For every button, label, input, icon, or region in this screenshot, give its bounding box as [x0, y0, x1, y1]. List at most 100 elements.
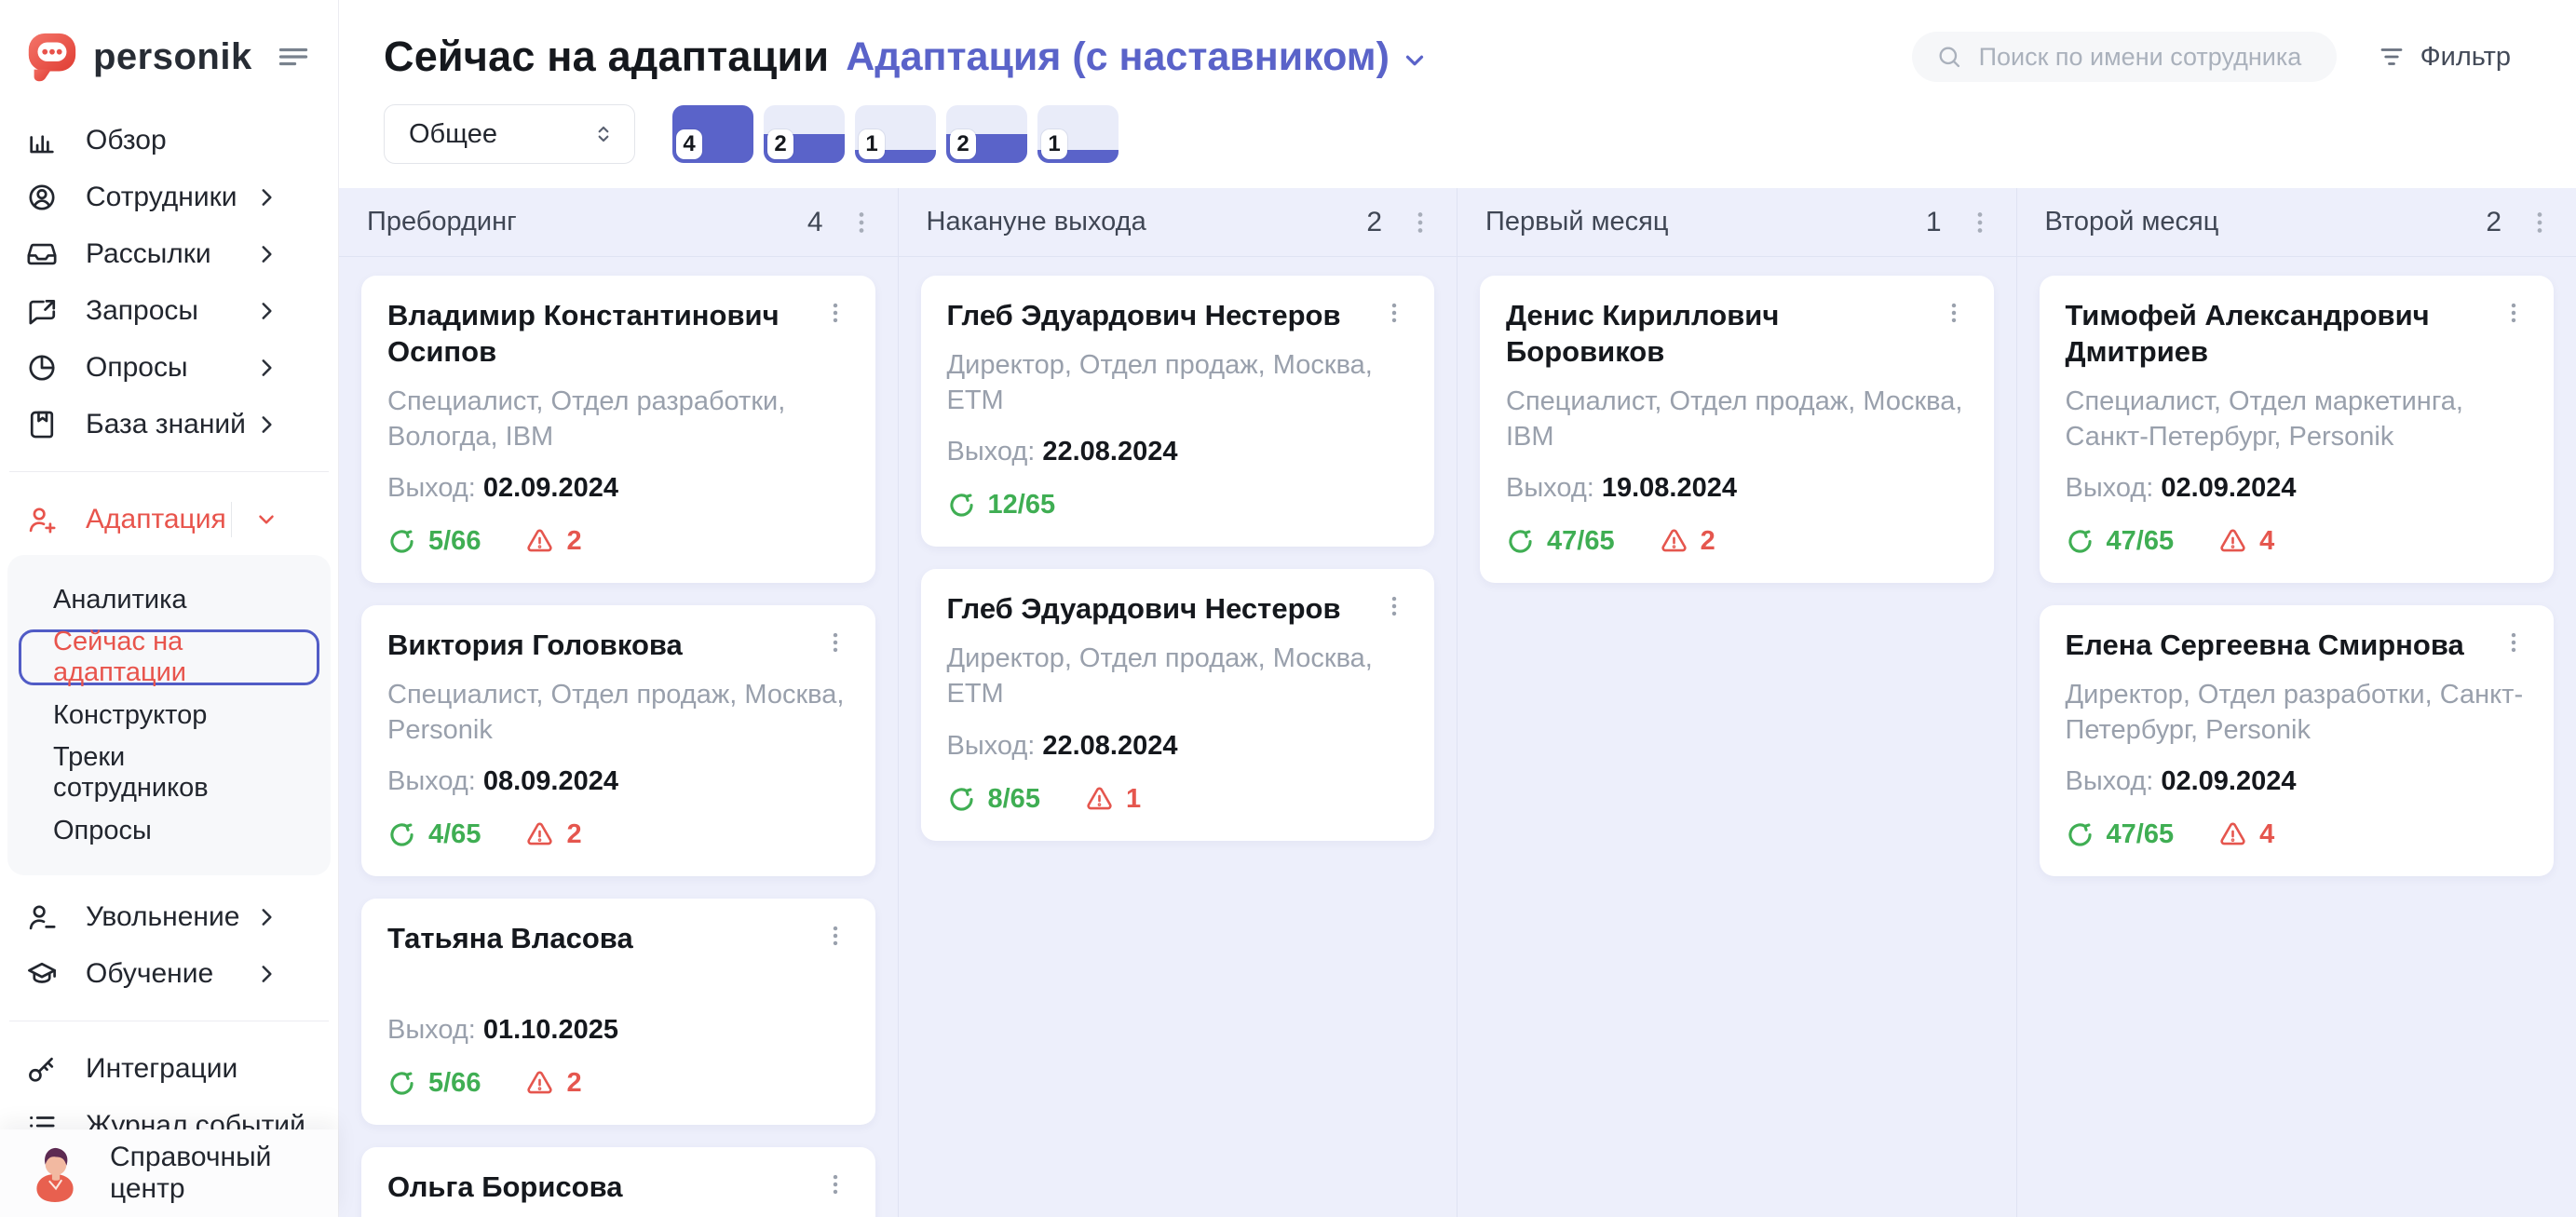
help-center-label: Справочный центр — [110, 1142, 338, 1205]
card-menu-button[interactable] — [1380, 298, 1408, 326]
stage-mini-chart-2[interactable]: 2 — [764, 105, 845, 163]
progress-value: 47/65 — [1547, 526, 1615, 557]
warning-icon — [2218, 527, 2247, 556]
sidebar-item-constructor[interactable]: Конструктор — [19, 687, 319, 743]
key-icon — [26, 1053, 58, 1085]
warning-stat: 2 — [1660, 526, 1715, 557]
employee-name: Виктория Головкова — [387, 628, 683, 664]
stage-mini-chart-5[interactable]: 1 — [1037, 105, 1119, 163]
sidebar-item-mailings[interactable]: Рассылки — [0, 225, 338, 282]
sidebar-item-integrations[interactable]: Интеграции — [0, 1040, 338, 1097]
employee-details — [387, 970, 849, 996]
progress-stat: 8/65 — [947, 784, 1040, 815]
employee-card[interactable]: Тимофей Александрович Дмитриев Специалист… — [2040, 276, 2555, 583]
employee-card[interactable]: Татьяна ВласоваВыход:01.10.20255/662 — [361, 899, 875, 1125]
employee-card[interactable]: Глеб Эдуардович НестеровДиректор, Отдел … — [921, 569, 1435, 840]
progress-value: 8/65 — [988, 784, 1040, 815]
sidebar-item-knowledge-base[interactable]: База знаний — [0, 396, 338, 453]
brand: personik — [22, 28, 252, 86]
column-header: Накануне выхода2 — [899, 188, 1457, 257]
employee-name: Татьяна Власова — [387, 921, 633, 957]
warning-icon — [1660, 527, 1688, 556]
sidebar-item-now-onboarding[interactable]: Сейчас на адаптации — [19, 629, 319, 685]
card-header: Глеб Эдуардович Нестеров — [947, 298, 1409, 334]
exit-date-row: Выход:01.10.2025 — [387, 1015, 849, 1046]
employee-card[interactable]: Виктория ГоловковаСпециалист, Отдел прод… — [361, 605, 875, 876]
sidebar-item-education[interactable]: Обучение — [0, 945, 338, 1002]
sidebar-item-label: Увольнение — [86, 901, 239, 933]
scope-select-value: Общее — [409, 119, 497, 150]
card-menu-button[interactable] — [821, 298, 849, 326]
sidebar-item-surveys[interactable]: Опросы — [0, 339, 338, 396]
refresh-icon — [947, 491, 976, 520]
card-menu-button[interactable] — [1940, 298, 1968, 326]
warning-stat: 2 — [525, 526, 581, 557]
sidebar-item-employees[interactable]: Сотрудники — [0, 169, 338, 225]
column-menu-button[interactable] — [1406, 209, 1434, 237]
employee-details: Специалист, Отдел маркетинга, Санкт-Пете… — [2066, 384, 2529, 455]
exit-date-row: Выход:19.08.2024 — [1506, 473, 1968, 504]
brand-name: personik — [93, 36, 252, 78]
inbox-icon — [26, 238, 58, 270]
employee-details: Специалист, Отдел продаж, Москва, IBM — [1506, 384, 1968, 455]
sidebar-item-employee-tracks[interactable]: Треки сотрудников — [19, 745, 319, 801]
column-menu-button[interactable] — [1966, 209, 1994, 237]
sidebar-collapse-button[interactable] — [277, 40, 310, 74]
sidebar-item-label: База знаний — [86, 409, 246, 440]
card-menu-button[interactable] — [1380, 591, 1408, 619]
exit-date-value: 02.09.2024 — [2161, 473, 2296, 503]
filter-button[interactable]: Фильтр — [2372, 41, 2516, 74]
sidebar-item-requests[interactable]: Запросы — [0, 282, 338, 339]
page-title: Сейчас на адаптации — [384, 33, 829, 81]
sidebar-item-overview[interactable]: Обзор — [0, 112, 338, 169]
exit-date-label: Выход: — [2066, 473, 2154, 503]
card-menu-button[interactable] — [2500, 628, 2528, 656]
employee-card[interactable]: Владимир Константинович ОсиповСпециалист… — [361, 276, 875, 583]
kanban-board: Пребординг4Владимир Константинович Осипо… — [339, 188, 2576, 1217]
divider — [231, 502, 232, 537]
warning-count: 2 — [1701, 526, 1715, 557]
card-header: Владимир Константинович Осипов — [387, 298, 849, 371]
sidebar-item-adaptation-surveys[interactable]: Опросы — [19, 803, 319, 859]
column-menu-button[interactable] — [847, 209, 875, 237]
card-stats: 47/654 — [2066, 526, 2529, 557]
sidebar-item-dismissal[interactable]: Увольнение — [0, 888, 338, 945]
stage-mini-chart-4[interactable]: 2 — [946, 105, 1027, 163]
stage-count-badge: 2 — [950, 129, 976, 159]
card-menu-button[interactable] — [821, 921, 849, 949]
card-menu-button[interactable] — [2500, 298, 2528, 326]
exit-date-value: 19.08.2024 — [1602, 473, 1737, 503]
book-icon — [26, 409, 58, 440]
help-center-button[interactable]: Справочный центр — [0, 1129, 338, 1217]
card-menu-button[interactable] — [821, 1170, 849, 1197]
search-icon — [1936, 44, 1962, 70]
progress-value: 5/66 — [428, 526, 481, 557]
employee-card[interactable]: Елена Сергеевна СмирноваДиректор, Отдел … — [2040, 605, 2555, 876]
stage-mini-chart-3[interactable]: 1 — [855, 105, 936, 163]
search-input[interactable] — [1977, 42, 2312, 73]
column-cards: Владимир Константинович ОсиповСпециалист… — [339, 257, 898, 1217]
stage-mini-chart-1[interactable]: 4 — [672, 105, 753, 163]
warning-stat: 1 — [1085, 784, 1141, 815]
program-dropdown[interactable]: Адаптация (с наставником) — [846, 34, 1429, 80]
scope-select[interactable]: Общее — [384, 104, 635, 164]
board-column-first-month: Первый месяц1Денис Кириллович БоровиковС… — [1457, 188, 2017, 1217]
filter-row: Общее 42121 — [339, 82, 2576, 188]
warning-icon — [525, 1069, 554, 1098]
progress-value: 47/65 — [2107, 526, 2175, 557]
exit-date-row: Выход:22.08.2024 — [947, 731, 1409, 762]
employee-card[interactable]: Глеб Эдуардович НестеровДиректор, Отдел … — [921, 276, 1435, 547]
board-column-day-before-exit: Накануне выхода2 Глеб Эдуардович Нестеров… — [899, 188, 1458, 1217]
exit-date-value: 02.09.2024 — [2161, 766, 2296, 796]
sidebar-item-label: Опросы — [86, 352, 188, 384]
column-menu-button[interactable] — [2526, 209, 2554, 237]
refresh-icon — [387, 1069, 416, 1098]
employee-name: Тимофей Александрович Дмитриев — [2066, 298, 2501, 371]
employee-card[interactable]: Ольга БорисоваВыход:03.11.20255/662 — [361, 1147, 875, 1217]
refresh-icon — [2066, 527, 2095, 556]
card-menu-button[interactable] — [821, 628, 849, 656]
warning-icon — [1085, 785, 1114, 814]
sidebar-item-adaptation[interactable]: Адаптация — [0, 491, 338, 548]
sidebar-item-analytics[interactable]: Аналитика — [19, 572, 319, 628]
employee-card[interactable]: Денис Кириллович БоровиковСпециалист, От… — [1480, 276, 1994, 583]
